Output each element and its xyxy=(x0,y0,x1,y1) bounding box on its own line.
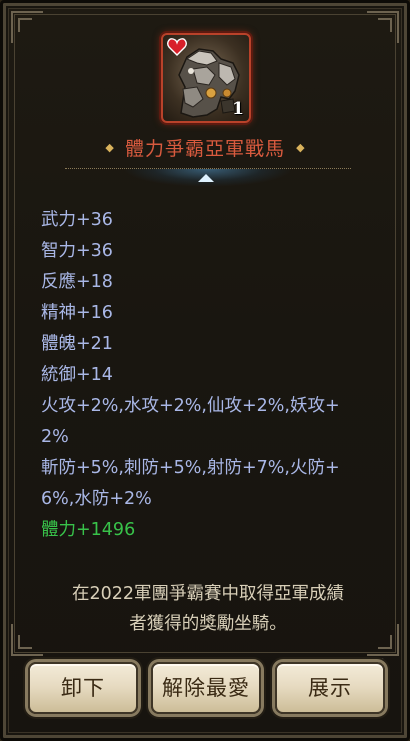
stat-line: 6%,水防+2% xyxy=(41,489,152,509)
stat-line: 統御+14 xyxy=(41,365,113,385)
item-count-badge: 1 xyxy=(232,99,244,119)
stat-line: 體魄+21 xyxy=(41,334,113,354)
item-tooltip-panel: 1 ◆ 體力爭霸亞軍戰馬 ◆ 武力+36 智力+36 反應+18 精神+16 體… xyxy=(0,0,410,741)
frame-corner-ornament xyxy=(18,635,32,649)
frame-corner-ornament xyxy=(378,18,392,32)
item-icon-slot: 1 xyxy=(161,33,251,123)
item-title-row: ◆ 體力爭霸亞軍戰馬 ◆ xyxy=(3,134,407,160)
item-name: 體力爭霸亞軍戰馬 xyxy=(124,138,285,160)
action-button-bar: 卸下 解除最愛 展示 xyxy=(3,650,407,738)
description-line: 在2022軍團爭霸賽中取得亞軍成績 xyxy=(71,584,345,604)
stat-list: 武力+36 智力+36 反應+18 精神+16 體魄+21 統御+14 火攻+2… xyxy=(41,205,376,546)
stat-line: 精神+16 xyxy=(41,303,113,323)
stat-line: 武力+36 xyxy=(41,210,113,230)
heart-icon xyxy=(167,38,187,56)
arrow-up-icon xyxy=(198,174,214,182)
frame-corner-ornament xyxy=(18,18,32,32)
item-description: 在2022軍團爭霸賽中取得亞軍成績 者獲得的獎勵坐騎。 xyxy=(31,579,385,639)
unequip-button[interactable]: 卸下 xyxy=(28,662,138,714)
stat-line: 斬防+5%,刺防+5%,射防+7%,火防+ xyxy=(41,458,340,478)
stat-line: 2% xyxy=(41,427,69,447)
unfavorite-button[interactable]: 解除最愛 xyxy=(151,662,261,714)
stat-line: 火攻+2%,水攻+2%,仙攻+2%,妖攻+ xyxy=(41,396,340,416)
show-button[interactable]: 展示 xyxy=(275,662,385,714)
stat-line-highlight: 體力+1496 xyxy=(41,520,136,540)
description-line: 者獲得的獎勵坐騎。 xyxy=(129,614,287,634)
diamond-icon: ◆ xyxy=(296,141,305,154)
stat-line: 反應+18 xyxy=(41,272,113,292)
stat-line: 智力+36 xyxy=(41,241,113,261)
diamond-icon: ◆ xyxy=(105,141,114,154)
